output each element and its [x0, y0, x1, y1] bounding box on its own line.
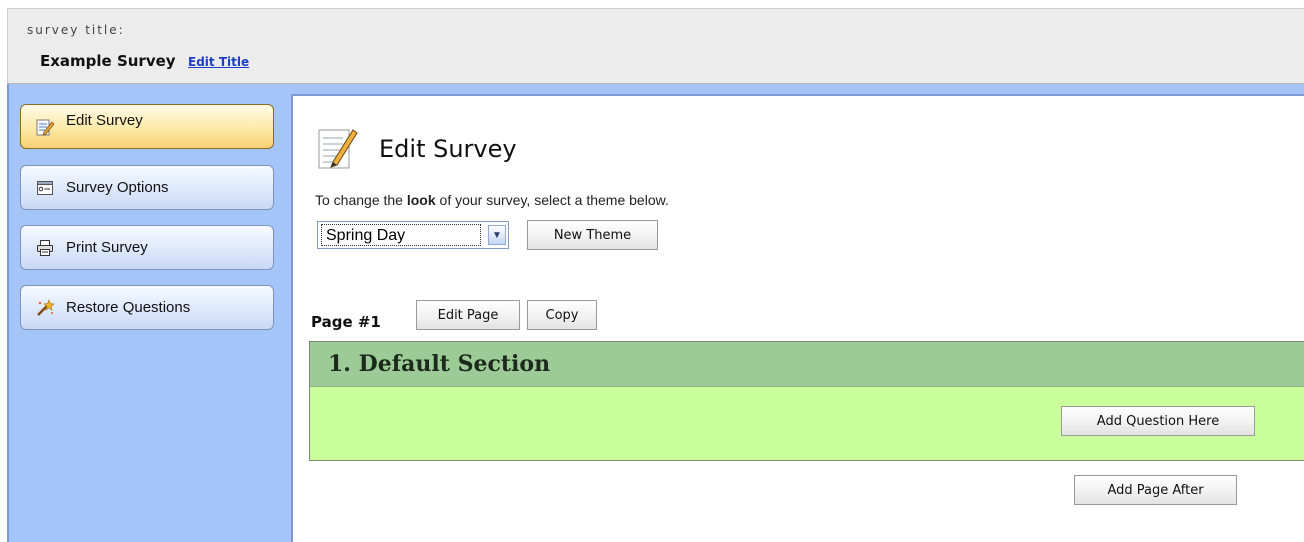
survey-title-bar: survey title: Example Survey Edit Title: [7, 8, 1304, 84]
instruction-suffix: of your survey, select a theme below.: [435, 192, 669, 208]
survey-title-caption: survey title:: [27, 23, 125, 37]
theme-select[interactable]: Spring Day ▼: [317, 221, 509, 249]
sidebar-item-survey-options[interactable]: Survey Options: [20, 165, 274, 210]
sidebar: Edit Survey Survey Options Print Survey …: [9, 84, 291, 542]
sidebar-item-restore-questions[interactable]: Restore Questions: [20, 285, 274, 330]
instruction-emphasis: look: [406, 192, 436, 208]
sidebar-item-label: Print Survey: [66, 239, 148, 256]
sidebar-item-print-survey[interactable]: Print Survey: [20, 225, 274, 270]
workspace-frame: Edit Survey Survey Options Print Survey …: [7, 84, 1304, 542]
edit-title-link[interactable]: Edit Title: [188, 55, 249, 69]
options-window-icon: [35, 178, 55, 198]
theme-instruction: To change the look of your survey, selec…: [315, 192, 669, 208]
page-heading: Edit Survey: [317, 124, 517, 177]
sidebar-item-label: Restore Questions: [66, 299, 191, 316]
survey-title-row: Example Survey Edit Title: [40, 52, 249, 71]
survey-section: 1. Default Section: [309, 341, 1304, 461]
main-content: Edit Survey To change the look of your s…: [291, 94, 1304, 542]
edit-page-button[interactable]: Edit Page: [416, 300, 520, 330]
sidebar-item-label: Edit Survey: [66, 112, 143, 129]
new-theme-button[interactable]: New Theme: [527, 220, 658, 250]
section-title: 1. Default Section: [310, 342, 1304, 387]
survey-title: Example Survey: [40, 52, 176, 70]
sidebar-item-edit-survey[interactable]: Edit Survey: [20, 104, 274, 149]
edit-document-icon: [35, 117, 55, 137]
instruction-prefix: To change the: [315, 192, 407, 208]
add-question-button[interactable]: Add Question Here: [1061, 406, 1255, 436]
add-page-after-button[interactable]: Add Page After: [1074, 475, 1237, 505]
edit-document-icon: [317, 124, 359, 177]
page-label: Page #1: [311, 313, 381, 331]
theme-select-value: Spring Day: [321, 224, 481, 246]
page-title: Edit Survey: [379, 134, 517, 163]
copy-page-button[interactable]: Copy: [527, 300, 597, 330]
restore-magic-icon: [35, 298, 55, 318]
printer-icon: [35, 238, 55, 258]
sidebar-item-label: Survey Options: [66, 179, 169, 196]
chevron-down-icon[interactable]: ▼: [488, 225, 506, 245]
